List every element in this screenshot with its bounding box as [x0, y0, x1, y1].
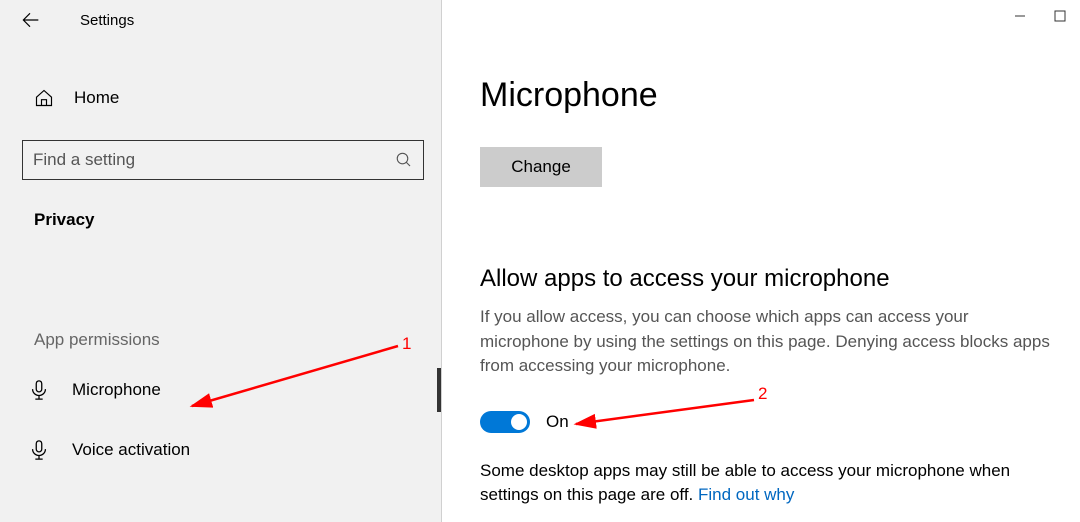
settings-sidebar: Settings Home Privacy App permissions Mi… — [0, 0, 442, 522]
microphone-icon — [28, 439, 50, 461]
sidebar-item-label: Microphone — [72, 380, 161, 400]
minimize-icon — [1014, 10, 1026, 22]
change-button[interactable]: Change — [480, 147, 602, 187]
search-box[interactable] — [22, 140, 424, 180]
allow-apps-toggle-row: On — [480, 411, 1060, 433]
sidebar-item-home[interactable]: Home — [0, 74, 441, 122]
desktop-apps-note: Some desktop apps may still be able to a… — [480, 459, 1060, 507]
search-input[interactable] — [33, 150, 395, 170]
home-icon — [34, 88, 54, 108]
sidebar-subsection-app-permissions: App permissions — [0, 230, 441, 360]
sidebar-home-label: Home — [74, 88, 119, 108]
sidebar-section-privacy: Privacy — [0, 190, 441, 230]
search-icon — [395, 151, 413, 169]
microphone-icon — [28, 379, 50, 401]
allow-apps-toggle[interactable] — [480, 411, 530, 433]
back-button[interactable] — [10, 0, 50, 40]
window-controls — [1014, 10, 1066, 22]
allow-apps-heading: Allow apps to access your microphone — [480, 265, 1060, 293]
page-title: Microphone — [480, 76, 1060, 115]
sidebar-item-label: Voice activation — [72, 440, 190, 460]
sidebar-item-voice-activation[interactable]: Voice activation — [0, 420, 441, 480]
maximize-icon — [1054, 10, 1066, 22]
toggle-knob — [511, 414, 527, 430]
annotation-number-2: 2 — [758, 384, 767, 404]
search-container — [0, 122, 441, 190]
find-out-why-link[interactable]: Find out why — [698, 485, 794, 504]
maximize-button[interactable] — [1054, 10, 1066, 22]
settings-main: Microphone Change Allow apps to access y… — [442, 0, 1080, 522]
sidebar-item-microphone[interactable]: Microphone — [0, 360, 441, 420]
annotation-number-1: 1 — [402, 334, 411, 354]
arrow-left-icon — [20, 10, 40, 30]
minimize-button[interactable] — [1014, 10, 1026, 22]
allow-apps-description: If you allow access, you can choose whic… — [480, 305, 1060, 379]
toggle-state-label: On — [546, 412, 569, 432]
window-title: Settings — [50, 12, 134, 29]
titlebar: Settings — [0, 0, 441, 40]
